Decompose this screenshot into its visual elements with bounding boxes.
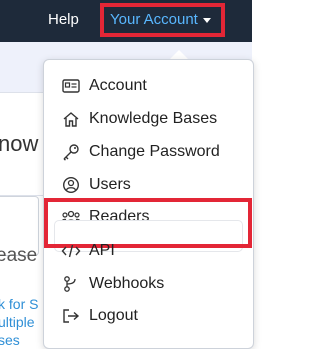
menu-item-users[interactable]: Users [61,173,131,197]
menu-item-logout[interactable]: Logout [61,304,138,328]
help-link[interactable]: Help [48,11,79,28]
menu-item-label: Webhooks [89,275,165,292]
background-link-line-2[interactable]: ultiple [0,314,35,330]
menu-item-webhooks[interactable]: Webhooks [61,272,164,296]
your-account-dropdown-button[interactable]: Your Account [100,3,225,37]
menu-item-label: Users [89,176,131,193]
top-navbar: Help Your Account [0,0,252,42]
id-card-icon [61,76,81,96]
home-icon [61,109,81,129]
menu-item-change-password[interactable]: Change Password [61,140,220,164]
menu-item-account[interactable]: Account [61,74,147,98]
menu-item-label: API [89,242,115,259]
input-placeholder-fragment: ease [0,245,38,266]
caret-down-icon [202,17,211,23]
background-link-line-3[interactable]: ses [0,332,20,348]
background-link-line-1[interactable]: k for S [0,296,38,312]
menu-pointer [170,50,188,59]
menu-item-api[interactable]: API [61,239,115,263]
menu-item-label: Knowledge Bases [89,110,218,127]
webhook-icon [61,274,81,294]
your-account-label: Your Account [110,11,198,28]
code-icon [61,241,81,261]
menu-item-label: Change Password [89,143,220,160]
user-circle-icon [61,175,81,195]
menu-item-knowledge-bases[interactable]: Knowledge Bases [61,107,217,131]
key-icon [61,142,81,162]
logout-icon [61,306,81,326]
menu-item-label: Account [89,77,147,94]
page-heading-fragment: now [0,131,39,156]
menu-item-label: Logout [89,307,138,324]
